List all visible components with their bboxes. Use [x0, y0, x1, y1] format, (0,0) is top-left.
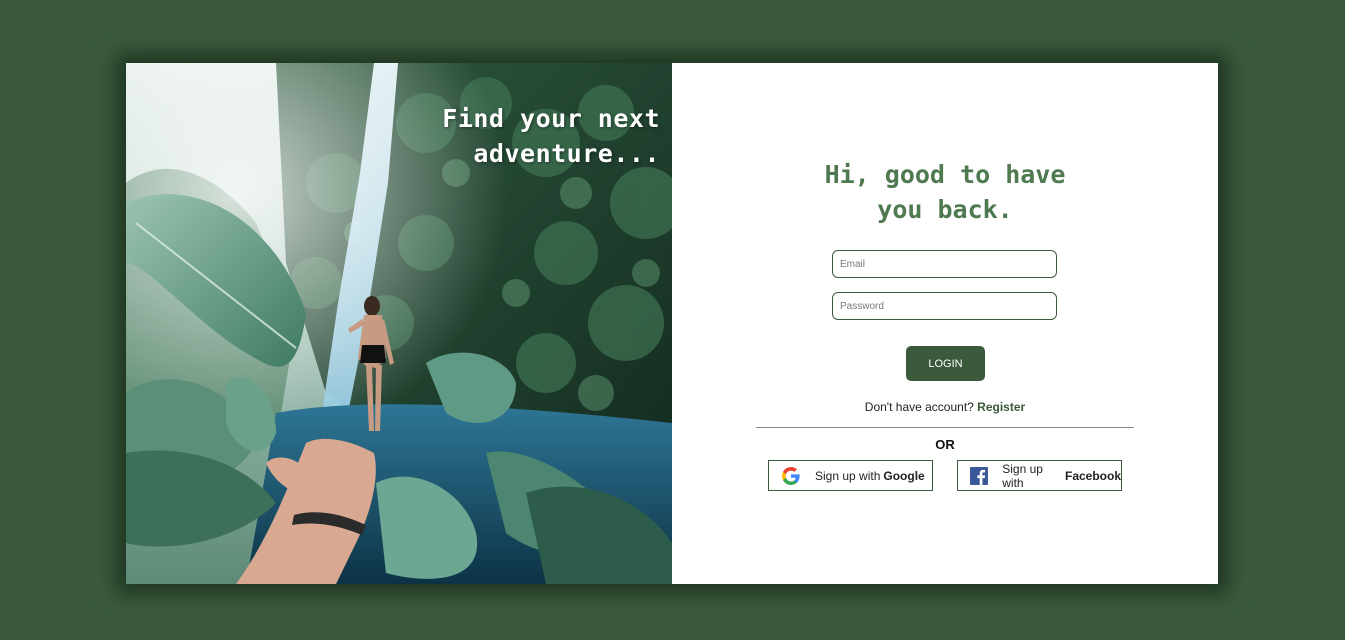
- register-prompt-text: Don't have account?: [864, 400, 974, 414]
- password-input[interactable]: [832, 292, 1057, 320]
- hero-tagline-line2: adventure...: [473, 139, 660, 168]
- register-prompt: Don't have account? Register: [672, 400, 1218, 414]
- google-signup-prefix: Sign up with: [815, 468, 881, 483]
- register-link[interactable]: Register: [977, 400, 1025, 414]
- greeting-line1: Hi, good to have: [824, 160, 1066, 189]
- facebook-signup-prefix: Sign up with: [1002, 461, 1043, 490]
- greeting-line2: you back.: [877, 195, 1013, 224]
- divider: [756, 427, 1134, 428]
- or-label: OR: [935, 437, 955, 452]
- facebook-icon: [970, 466, 989, 486]
- facebook-signup-brand: Facebook: [1064, 468, 1121, 483]
- login-form-panel: Hi, good to have you back. LOGIN Don't h…: [672, 63, 1218, 584]
- hero-image: Find your next adventure...: [126, 63, 672, 584]
- greeting-heading: Hi, good to have you back.: [672, 157, 1218, 227]
- login-button[interactable]: LOGIN: [906, 346, 985, 381]
- login-card: Find your next adventure... Hi, good to …: [126, 63, 1218, 584]
- hero-tagline-line1: Find your next: [442, 104, 660, 133]
- email-input[interactable]: [832, 250, 1057, 278]
- hero-tagline: Find your next adventure...: [442, 101, 660, 171]
- google-signup-button[interactable]: Sign up with Google: [768, 460, 933, 491]
- google-signup-brand: Google: [883, 468, 925, 483]
- facebook-signup-button[interactable]: Sign up with Facebook: [957, 460, 1122, 491]
- google-icon: [781, 466, 801, 486]
